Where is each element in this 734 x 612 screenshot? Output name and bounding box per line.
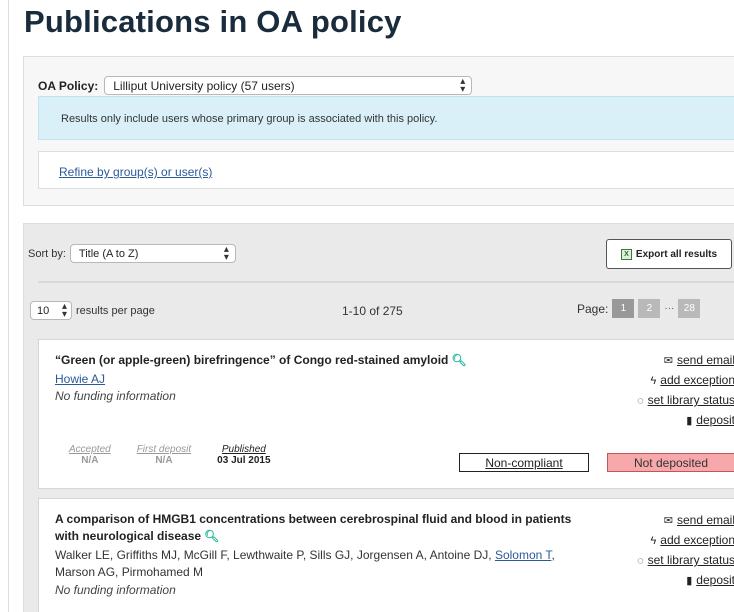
publication-card: A comparison of HMGB1 concentrations bet… [38,498,734,612]
sort-row: Sort by: Title (A to Z) ▴ ▾ [28,244,236,263]
refine-panel: Refine by group(s) or user(s) [38,151,734,189]
page-ellipsis: ··· [664,303,675,314]
pagination: Page: 1 2 ··· 28 [577,299,701,318]
bolt-icon: ϟ [650,535,657,547]
deposit-status-badge: Not deposited [607,453,734,472]
file-upload-icon: ▮ [686,415,693,427]
sort-label: Sort by: [28,247,66,260]
policy-select-value: Lilliput University policy (57 users) [113,79,295,93]
page-label: Page: [577,301,609,316]
publication-actions: ✉ send email ϟ add exception ◌ set library … [637,351,734,431]
file-upload-icon: ▮ [686,575,693,587]
add-exception-action[interactable]: ϟ add exception [637,371,734,391]
policy-panel: OA Policy: Lilliput University policy (5… [23,56,734,206]
author-link[interactable]: Howie AJ [55,372,105,386]
policy-select[interactable]: Lilliput University policy (57 users) ▴ ▾ [104,76,473,95]
bolt-icon: ϟ [650,375,657,387]
export-label: Export all results [635,248,718,260]
results-range: 1-10 of 275 [342,304,403,318]
compliance-status-badge[interactable]: Non-compliant [459,453,589,472]
funding-info: No funding information [55,389,176,403]
publication-authors: Walker LE, Griffiths MJ, McGill F, Lewth… [55,548,555,579]
set-library-status-action[interactable]: ◌ set library status [637,551,734,571]
accepted-date: Accepted N/A [69,444,111,466]
publication-card: “Green (or apple-green) birefringence” o… [38,339,734,489]
select-arrows-icon: ▴ ▾ [61,301,67,320]
policy-info-box: Results only include users whose primary… [38,96,734,140]
envelope-icon: ✉ [663,515,673,527]
sort-select[interactable]: Title (A to Z) ▴ ▾ [69,244,236,263]
per-page-label: results per page [76,304,155,317]
select-arrows-icon: ▴ ▾ [223,244,229,263]
add-exception-action[interactable]: ϟ add exception [637,531,734,551]
deposit-action[interactable]: ▮ deposit [637,411,734,431]
per-page-row: 10 ▴ ▾ results per page [30,301,155,320]
spreadsheet-icon: X [620,248,632,260]
publication-authors: Howie AJ [55,371,105,388]
send-email-action[interactable]: ✉ send email [637,511,734,531]
send-email-action[interactable]: ✉ send email [637,351,734,371]
policy-label: OA Policy: [38,78,99,93]
page-title: Publications in OA policy [24,4,402,39]
divider [38,281,734,283]
funding-info: No funding information [55,583,176,597]
speech-bubble-icon: ◌ [637,555,644,567]
results-panel: Sort by: Title (A to Z) ▴ ▾ X Export all … [23,223,734,612]
publication-title: “Green (or apple-green) birefringence” o… [55,353,467,367]
published-date: Published 03 Jul 2015 [217,444,271,466]
sort-select-value: Title (A to Z) [78,248,139,260]
search-icon[interactable]: 🔍︎ [451,353,466,367]
author-link[interactable]: Solomon T [495,548,551,562]
refine-link[interactable]: Refine by group(s) or user(s) [59,165,212,179]
search-icon[interactable]: 🔍︎ [204,529,219,543]
speech-bubble-icon: ◌ [637,395,644,407]
publication-title: A comparison of HMGB1 concentrations bet… [55,512,572,543]
per-page-select[interactable]: 10 ▴ ▾ [30,301,72,320]
content-frame: Publications in OA policy OA Policy: Lil… [8,0,734,612]
deposit-action[interactable]: ▮ deposit [637,571,734,591]
first-deposit-date: First deposit N/A [136,444,192,466]
policy-row: OA Policy: Lilliput University policy (5… [38,76,473,95]
publication-actions: ✉ send email ϟ add exception ◌ set library … [637,511,734,591]
per-page-value: 10 [37,305,50,317]
page-button-1[interactable]: 1 [612,299,635,318]
page-button-2[interactable]: 2 [638,299,661,318]
set-library-status-action[interactable]: ◌ set library status [637,391,734,411]
export-all-button[interactable]: X Export all results [606,239,732,269]
select-arrows-icon: ▴ ▾ [460,76,466,95]
publication-dates: Accepted N/A First deposit N/A Published… [69,444,271,466]
envelope-icon: ✉ [663,355,673,367]
page-button-last[interactable]: 28 [678,299,701,318]
